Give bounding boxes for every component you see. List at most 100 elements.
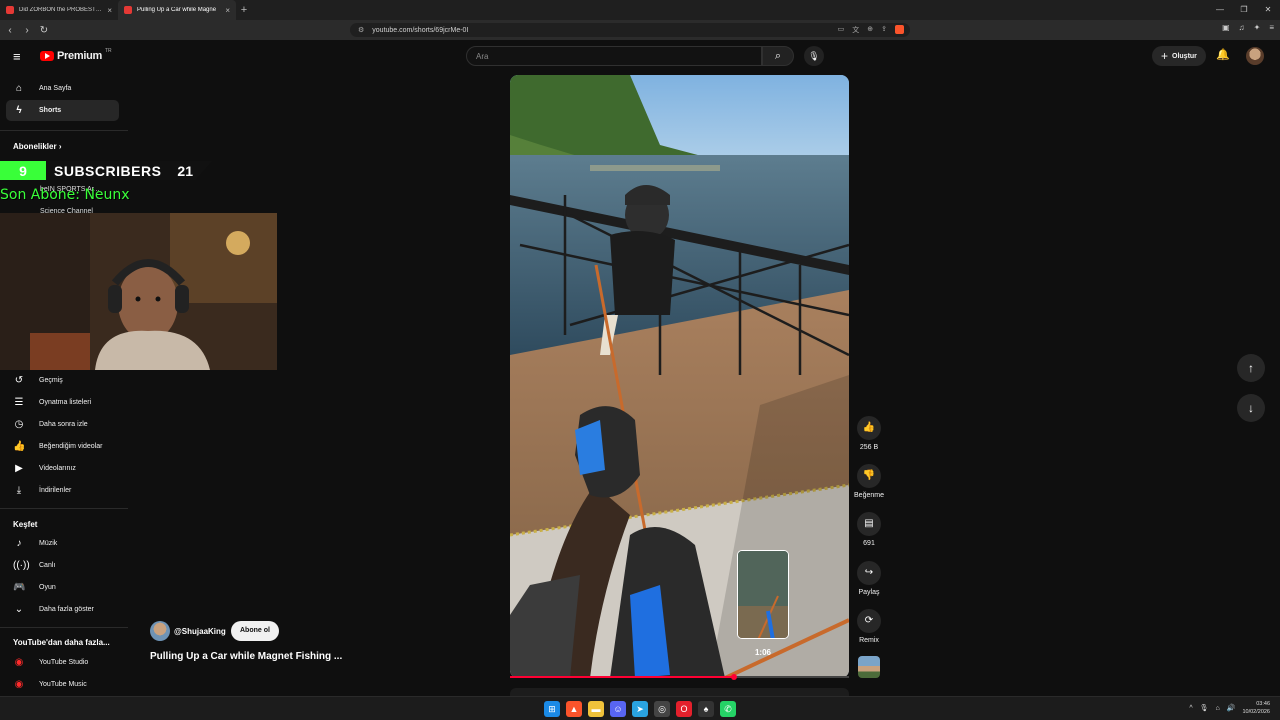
- brave-browser-icon[interactable]: ▲: [566, 701, 582, 717]
- previous-short-button[interactable]: ↑: [1237, 354, 1265, 382]
- arrow-up-icon: ↑: [1248, 361, 1254, 375]
- search-button[interactable]: ⌕: [762, 46, 794, 66]
- minimize-icon[interactable]: —: [1208, 0, 1232, 20]
- reload-icon[interactable]: ↻: [37, 25, 51, 36]
- sidebar-item-home[interactable]: ⌂ Ana Sayfa: [6, 78, 119, 99]
- zoom-icon[interactable]: ⊕: [867, 25, 873, 35]
- windows-start-icon[interactable]: ⊞: [544, 701, 560, 717]
- browser-tabbar: Did ZORBON the PROBESTER Get the × Pulli…: [0, 0, 1280, 20]
- sidebar-item-downloads[interactable]: ⤓ İndirilenler: [6, 480, 119, 501]
- thumbs-down-icon: 👎: [857, 464, 881, 488]
- volume-icon[interactable]: 🔊: [1227, 704, 1236, 712]
- taskbar-apps: ⊞ ▲ ▬ ☺ ➤ ◎ O ♠ ✆: [544, 701, 736, 717]
- comments-count: 691: [863, 540, 875, 547]
- youtube-header: ≡ Premium TR Ara ⌕ 🎙 + Oluştur 🔔: [0, 40, 1280, 72]
- sound-thumbnail[interactable]: [858, 656, 880, 678]
- extensions-icon[interactable]: ✦: [1254, 23, 1261, 32]
- chevron-up-icon[interactable]: ^: [1189, 705, 1192, 712]
- sidebar-toggle-icon[interactable]: ▣: [1222, 23, 1230, 32]
- youtube-favicon-icon: [6, 6, 14, 14]
- share-label: Paylaş: [858, 589, 880, 596]
- brave-shields-icon[interactable]: [895, 25, 904, 34]
- hamburger-menu-icon[interactable]: ≡: [13, 49, 21, 64]
- close-tab-icon[interactable]: ×: [225, 6, 230, 15]
- site-info-icon[interactable]: ⚙: [358, 26, 364, 34]
- subscribe-button[interactable]: Abone ol: [231, 621, 279, 641]
- remix-button[interactable]: ⟳ Remix: [854, 609, 884, 644]
- whatsapp-icon[interactable]: ✆: [720, 701, 736, 717]
- close-tab-icon[interactable]: ×: [107, 6, 112, 15]
- steam-icon[interactable]: ♠: [698, 701, 714, 717]
- next-short-button[interactable]: ↓: [1237, 394, 1265, 422]
- new-tab-button[interactable]: +: [236, 4, 252, 16]
- restore-icon[interactable]: ❐: [1232, 0, 1256, 20]
- notifications-bell-icon[interactable]: 🔔: [1216, 48, 1230, 61]
- system-clock[interactable]: 03:46 10/02/2026: [1242, 700, 1270, 716]
- cast-icon[interactable]: ▭: [838, 25, 845, 35]
- short-title[interactable]: Pulling Up a Car while Magnet Fishing ..…: [150, 651, 342, 662]
- search-icon: ⌕: [774, 50, 782, 62]
- share-page-icon[interactable]: ⇪: [881, 25, 887, 35]
- dislike-button[interactable]: 👎 Beğenme: [854, 464, 884, 499]
- sidebar-item-liked[interactable]: 👍 Beğendiğim videolar: [6, 436, 119, 457]
- subscribers-label: SUBSCRIBERS: [54, 162, 162, 179]
- remix-icon: ⟳: [857, 609, 881, 633]
- sidebar-item-show-more[interactable]: ⌄ Daha fazla göster: [6, 599, 119, 620]
- subscriptions-heading[interactable]: Abonelikler ›: [13, 142, 61, 151]
- sidebar-item-shorts[interactable]: ϟ Shorts: [6, 100, 119, 121]
- divider: [0, 508, 128, 509]
- menu-icon[interactable]: ≡: [1269, 23, 1274, 32]
- dislike-label: Beğenme: [854, 492, 884, 499]
- system-tray: ^ 🎙 ⌂ 🔊 03:46 10/02/2026: [1189, 700, 1270, 716]
- forward-icon[interactable]: ›: [20, 25, 34, 36]
- sidebar-item-youtube-studio[interactable]: ◉ YouTube Studio: [6, 652, 119, 673]
- sidebar-item-gaming[interactable]: 🎮 Oyun: [6, 577, 119, 598]
- voice-search-button[interactable]: 🎙: [804, 46, 824, 66]
- youtube-music-icon: ◉: [14, 679, 24, 690]
- sidebar-item-watch-later[interactable]: ◷ Daha sonra izle: [6, 414, 119, 435]
- next-short-peek: [510, 688, 849, 696]
- like-button[interactable]: 👍 256 B: [854, 416, 884, 451]
- progress-scrubber[interactable]: [730, 674, 737, 680]
- channel-avatar[interactable]: [150, 621, 170, 641]
- telegram-icon[interactable]: ➤: [632, 701, 648, 717]
- address-bar[interactable]: ⚙ youtube.com/shorts/69jcrMe-0I ▭ 文 ⊕ ⇪: [350, 23, 910, 37]
- youtube-logo[interactable]: Premium TR: [40, 48, 112, 62]
- share-button[interactable]: ↪ Paylaş: [854, 561, 884, 596]
- network-icon[interactable]: ⌂: [1216, 705, 1220, 712]
- sidebar-item-label: Shorts: [39, 107, 62, 114]
- sidebar-item-playlists[interactable]: ☰ Oynatma listeleri: [6, 392, 119, 413]
- search-input[interactable]: Ara: [466, 46, 762, 66]
- sidebar-item-music[interactable]: ♪ Müzik: [6, 533, 119, 554]
- media-icon[interactable]: ♫: [1239, 23, 1245, 32]
- seek-preview-time: 1:06: [754, 648, 771, 657]
- translate-icon[interactable]: 文: [852, 25, 859, 35]
- opera-icon[interactable]: O: [676, 701, 692, 717]
- back-icon[interactable]: ‹: [3, 25, 17, 36]
- microphone-tray-icon[interactable]: 🎙: [1200, 704, 1209, 712]
- obs-icon[interactable]: ◎: [654, 701, 670, 717]
- discord-icon[interactable]: ☺: [610, 701, 626, 717]
- arrow-down-icon: ↓: [1248, 401, 1254, 415]
- music-icon: ♪: [16, 538, 22, 549]
- account-avatar[interactable]: [1246, 47, 1264, 65]
- browser-tab-active[interactable]: Pulling Up a Car while Magne ×: [118, 0, 236, 20]
- sidebar-item-live[interactable]: ((·)) Canlı: [6, 555, 119, 576]
- shorts-video-player[interactable]: [510, 75, 849, 678]
- subscriber-counter-overlay: 9 SUBSCRIBERS 21: [0, 161, 212, 180]
- close-window-icon[interactable]: ✕: [1256, 0, 1280, 20]
- video-progress-bar[interactable]: [510, 676, 849, 678]
- comments-button[interactable]: ▤ 691: [854, 512, 884, 547]
- sidebar-item-history[interactable]: ↺ Geçmiş: [6, 370, 119, 391]
- watch-later-icon: ◷: [14, 419, 24, 430]
- sidebar-item-label: YouTube Music: [39, 681, 87, 688]
- channel-name[interactable]: @ShujaaKing: [174, 627, 226, 636]
- sidebar-item-youtube-music[interactable]: ◉ YouTube Music: [6, 674, 119, 695]
- browser-tab[interactable]: Did ZORBON the PROBESTER Get the ×: [0, 0, 118, 20]
- file-explorer-icon[interactable]: ▬: [588, 701, 604, 717]
- sidebar-item-your-videos[interactable]: ▶ Videolarınız: [6, 458, 119, 479]
- chevron-down-icon: ⌄: [14, 604, 24, 615]
- sidebar-item-label: Daha sonra izle: [39, 421, 88, 428]
- like-count: 256 B: [859, 444, 879, 451]
- create-button[interactable]: + Oluştur: [1152, 46, 1206, 66]
